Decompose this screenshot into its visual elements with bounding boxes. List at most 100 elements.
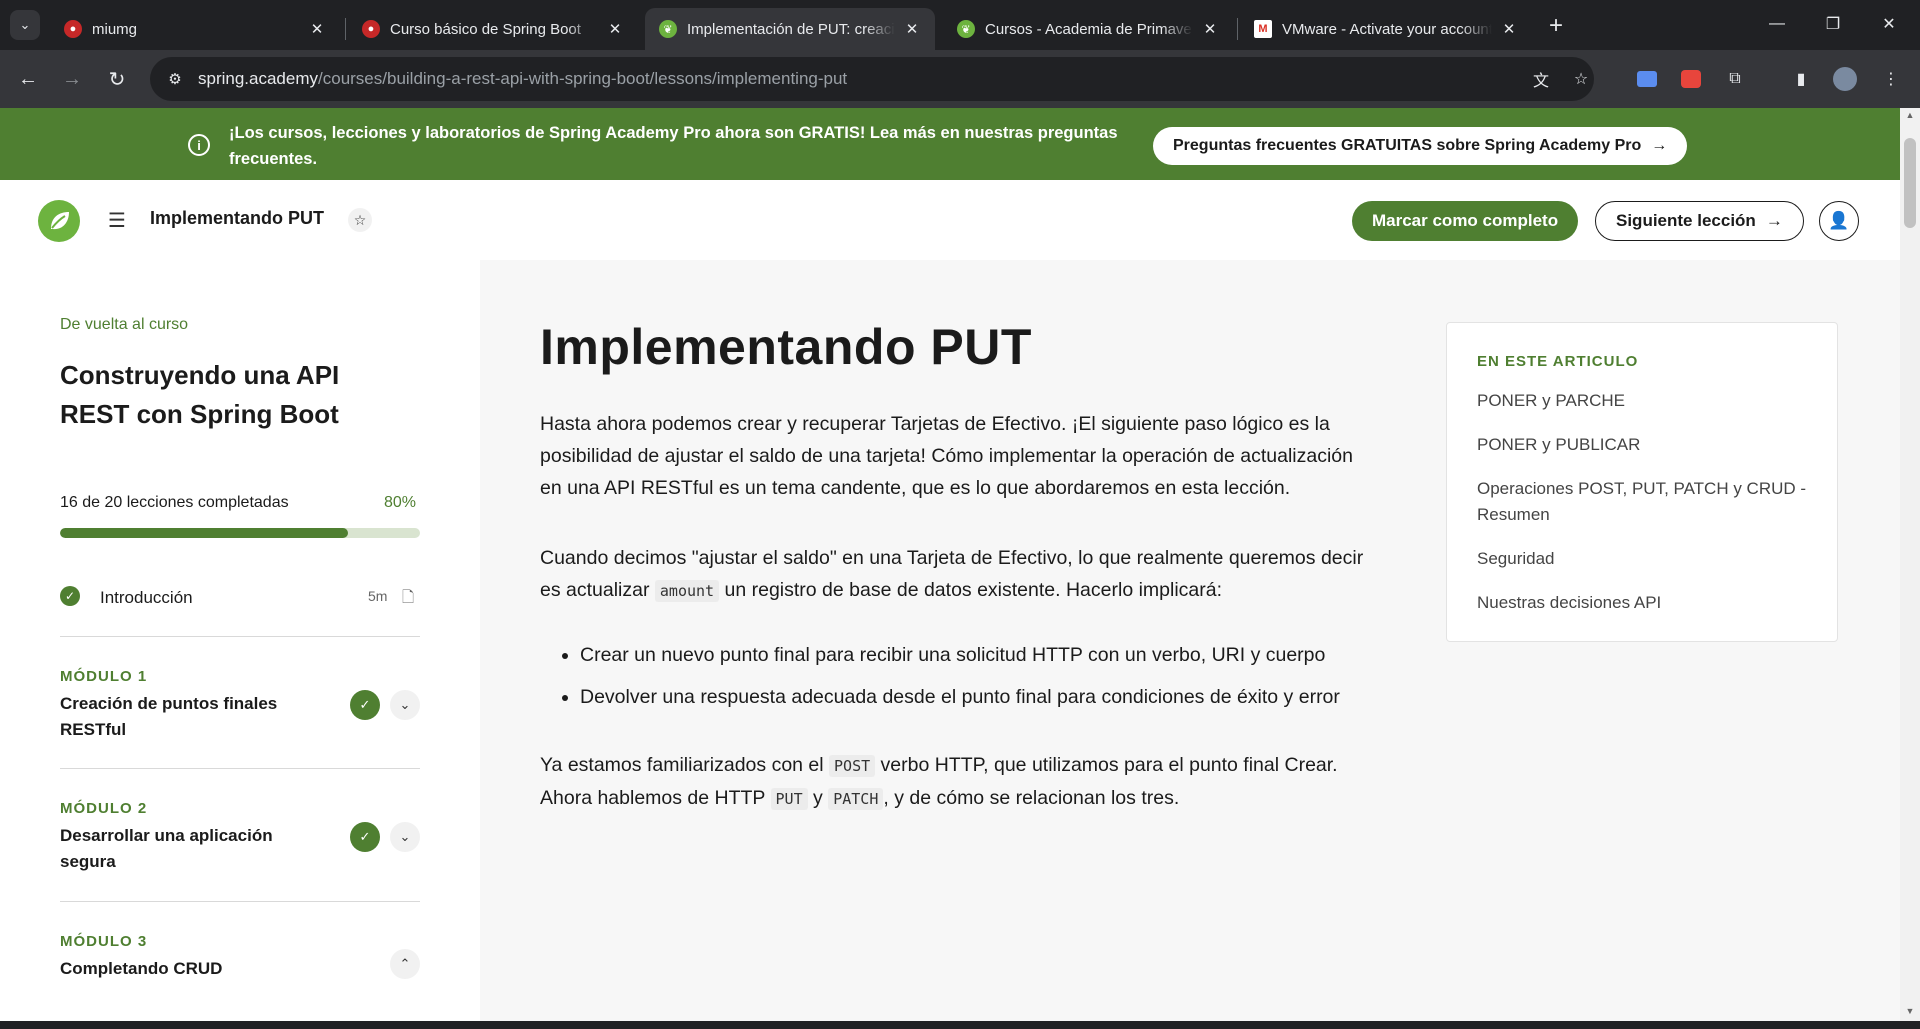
course-sidebar: De vuelta al curso Construyendo una API … — [0, 260, 480, 1021]
chevron-down-icon[interactable]: ⌄ — [390, 822, 420, 852]
inline-code: amount — [654, 580, 720, 602]
module-2[interactable]: MÓDULO 2 Desarrollar una aplicación segu… — [60, 800, 420, 875]
address-bar[interactable]: ⚙ spring.academy/courses/building-a-rest… — [150, 57, 1594, 101]
arrow-right-icon: → — [1765, 211, 1783, 230]
tab-search-button[interactable]: ⌄ — [10, 10, 40, 40]
favorite-star-icon[interactable]: ☆ — [348, 208, 372, 232]
web-page: i ¡Los cursos, lecciones y laboratorios … — [0, 108, 1920, 1021]
header-lesson-title: Implementando PUT — [150, 208, 325, 228]
toc-item[interactable]: Nuestras decisiones API — [1477, 590, 1807, 616]
user-account-icon[interactable]: 👤 — [1819, 201, 1859, 241]
browser-tab-strip: ⌄ ● miumg ✕ ● Curso básico de Spring Boo… — [0, 0, 1920, 50]
new-tab-button[interactable]: + — [1542, 12, 1570, 40]
document-icon: 🗋 — [402, 589, 415, 606]
toc-item[interactable]: PONER y PUBLICAR — [1477, 432, 1807, 458]
url-text[interactable]: spring.academy/courses/building-a-rest-a… — [198, 69, 847, 89]
progress-percent: 80% — [384, 494, 417, 511]
paragraph: Ya estamos familiarizados con el POST ve… — [540, 754, 1338, 810]
chevron-up-icon[interactable]: ⌃ — [390, 949, 420, 979]
bullet-list: Crear un nuevo punto final para recibir … — [540, 639, 1380, 713]
faq-button[interactable]: Preguntas frecuentes GRATUITAS sobre Spr… — [1153, 127, 1688, 165]
scroll-up-arrow-icon[interactable]: ▲ — [1900, 110, 1920, 120]
course-title: Construyendo una API REST con Spring Boo… — [60, 360, 340, 429]
side-panel-icon[interactable]: ▮ — [1786, 64, 1816, 94]
module-label: MÓDULO 1 — [60, 668, 148, 685]
arrow-right-icon: → — [1651, 137, 1668, 154]
site-favicon-icon: ● — [64, 20, 82, 38]
close-icon[interactable]: ✕ — [1500, 20, 1518, 38]
site-info-icon[interactable]: ⚙ — [164, 70, 186, 88]
bookmark-star-icon[interactable]: ☆ — [1570, 68, 1592, 90]
translate-icon[interactable]: 文 — [1530, 68, 1552, 90]
spring-leaf-icon: ❦ — [659, 20, 677, 38]
tab-separator — [1237, 18, 1238, 40]
close-icon[interactable]: ✕ — [308, 20, 326, 38]
lesson-introduction[interactable]: ✓ Introducción 5m 🗋 — [60, 582, 420, 612]
minimize-button[interactable]: — — [1754, 8, 1800, 40]
tab-title: VMware - Activate your account — [1282, 20, 1492, 38]
toc-heading: EN ESTE ARTICULO — [1477, 353, 1639, 370]
gmail-icon: M — [1254, 20, 1272, 38]
tab-title: Cursos - Academia de Primavera — [985, 20, 1193, 38]
tab-miumg[interactable]: ● miumg ✕ — [50, 8, 340, 50]
module-1[interactable]: MÓDULO 1 Creación de puntos finales REST… — [60, 668, 420, 743]
check-icon: ✓ — [60, 586, 80, 606]
check-icon: ✓ — [350, 690, 380, 720]
back-to-course-link[interactable]: De vuelta al curso — [60, 316, 188, 334]
list-item: Crear un nuevo punto final para recibir … — [580, 639, 1380, 671]
close-window-button[interactable]: ✕ — [1866, 8, 1912, 40]
tab-implementing-put[interactable]: ❦ Implementación de PUT: creación ✕ — [645, 8, 935, 50]
close-icon[interactable]: ✕ — [1201, 20, 1219, 38]
lesson-header: ☰ Implementando PUT ☆ Marcar como comple… — [0, 180, 1900, 260]
extension-screen-icon[interactable] — [1632, 64, 1662, 94]
close-icon[interactable]: ✕ — [903, 20, 921, 38]
check-icon: ✓ — [350, 822, 380, 852]
spring-logo[interactable] — [38, 200, 80, 242]
toc-item[interactable]: Seguridad — [1477, 546, 1807, 572]
tab-title: Implementación de PUT: creación — [687, 20, 895, 38]
toc-item[interactable]: Operaciones POST, PUT, PATCH y CRUD - Re… — [1477, 476, 1807, 528]
tab-spring-boot-basic[interactable]: ● Curso básico de Spring Boot ✕ — [348, 8, 638, 50]
progress-text: 16 de 20 lecciones completadas — [60, 494, 289, 511]
close-icon[interactable]: ✕ — [606, 20, 624, 38]
module-label: MÓDULO 2 — [60, 800, 148, 817]
divider — [60, 636, 420, 637]
mark-complete-button[interactable]: Marcar como completo — [1352, 201, 1579, 241]
promo-banner: i ¡Los cursos, lecciones y laboratorios … — [0, 108, 1900, 180]
module-label: MÓDULO 3 — [60, 933, 148, 950]
back-button[interactable]: ← — [12, 63, 44, 95]
toc-item[interactable]: PONER y PARCHE — [1477, 388, 1807, 414]
article: Implementando PUT Hasta ahora podemos cr… — [540, 260, 1380, 815]
next-lesson-button[interactable]: Siguiente lección → — [1595, 201, 1804, 241]
lesson-duration: 5m — [368, 588, 388, 604]
forward-button[interactable]: → — [56, 63, 88, 95]
progress-bar — [60, 528, 420, 538]
browser-toolbar: ← → ↻ ⚙ spring.academy/courses/building-… — [0, 50, 1920, 108]
reload-button[interactable]: ↻ — [101, 63, 133, 95]
profile-avatar[interactable] — [1830, 64, 1860, 94]
divider — [60, 901, 420, 902]
window-bottom-edge — [0, 1021, 1920, 1029]
module-title: Creación de puntos finales RESTful — [60, 694, 278, 739]
extensions-puzzle-icon[interactable]: ⧉ — [1720, 64, 1750, 94]
scrollbar-thumb[interactable] — [1904, 138, 1916, 228]
scroll-down-arrow-icon[interactable]: ▼ — [1900, 1006, 1920, 1016]
menu-collapse-icon[interactable]: ☰ — [108, 208, 126, 233]
tab-title: Curso básico de Spring Boot — [390, 20, 581, 38]
spring-leaf-icon: ❦ — [957, 20, 975, 38]
restore-button[interactable]: ❐ — [1810, 8, 1856, 40]
paragraph: Cuando decimos "ajustar el saldo" en una… — [540, 547, 1364, 602]
tab-vmware-gmail[interactable]: M VMware - Activate your account ✕ — [1240, 8, 1532, 50]
module-3[interactable]: MÓDULO 3 Completando CRUD ⌃ — [60, 933, 420, 982]
chevron-down-icon[interactable]: ⌄ — [390, 690, 420, 720]
lesson-label: Introducción — [100, 588, 193, 607]
inline-code: POST — [829, 755, 876, 777]
inline-code: PUT — [770, 788, 808, 810]
progress-fill — [60, 528, 348, 538]
page-scrollbar[interactable]: ▲ ▼ — [1900, 108, 1920, 1021]
extension-calendar-icon[interactable] — [1676, 64, 1706, 94]
tab-spring-academy-courses[interactable]: ❦ Cursos - Academia de Primavera ✕ — [943, 8, 1233, 50]
tab-separator — [345, 18, 346, 40]
browser-menu-icon[interactable]: ⋮ — [1876, 64, 1906, 94]
module-title: Desarrollar una aplicación segura — [60, 826, 273, 871]
